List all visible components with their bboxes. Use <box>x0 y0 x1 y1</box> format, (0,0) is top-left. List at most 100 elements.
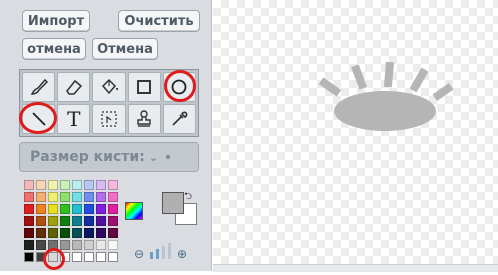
color-swatch[interactable] <box>108 216 118 226</box>
color-swatch[interactable] <box>96 192 106 202</box>
color-swatch[interactable] <box>84 180 94 190</box>
ellipse-tool[interactable] <box>162 70 196 102</box>
color-swatch[interactable] <box>72 192 82 202</box>
brush-size-control[interactable]: Размер кисти: ⌄ <box>19 142 199 172</box>
primary-color-swatch[interactable] <box>162 192 184 214</box>
color-swatch[interactable] <box>60 240 70 250</box>
color-swatch[interactable] <box>60 252 70 262</box>
color-swatch[interactable] <box>108 240 118 250</box>
eye-drawing <box>318 61 454 131</box>
color-swatch[interactable] <box>108 252 118 262</box>
color-swatch[interactable] <box>60 228 70 238</box>
color-swatch[interactable] <box>96 180 106 190</box>
color-swatch[interactable] <box>96 228 106 238</box>
color-spectrum-button[interactable] <box>125 202 143 220</box>
rectangle-icon <box>137 80 152 94</box>
import-button[interactable]: Импорт <box>22 10 90 32</box>
color-swatch[interactable] <box>36 180 46 190</box>
color-swatch[interactable] <box>84 216 94 226</box>
swap-colors-icon[interactable]: ⮌ <box>184 189 192 206</box>
color-swatch[interactable] <box>84 240 94 250</box>
eyedropper-icon <box>172 111 188 126</box>
ellipse-icon <box>171 79 187 95</box>
paint-canvas[interactable] <box>213 0 498 271</box>
brush-size-dot-icon <box>166 155 171 159</box>
zoom-level-bar <box>150 252 153 259</box>
color-swatch[interactable] <box>48 216 58 226</box>
zoom-in-icon[interactable]: ⊕ <box>177 247 187 261</box>
color-swatch[interactable] <box>72 252 82 262</box>
eraser-icon <box>65 79 82 95</box>
color-swatch[interactable] <box>36 204 46 214</box>
paint-tools-panel: Импорт Очистить отмена Отмена T Размер к… <box>0 0 212 271</box>
eyedropper-tool[interactable] <box>162 104 196 134</box>
color-swatch[interactable] <box>108 228 118 238</box>
stamp-tool[interactable] <box>127 104 161 134</box>
color-swatch[interactable] <box>60 216 70 226</box>
select-tool[interactable] <box>92 104 126 134</box>
eyelash <box>409 67 429 93</box>
color-swatch[interactable] <box>36 252 46 262</box>
color-swatch[interactable] <box>36 240 46 250</box>
color-swatch[interactable] <box>24 240 34 250</box>
color-swatch[interactable] <box>84 228 94 238</box>
undo-button[interactable]: отмена <box>22 38 86 60</box>
stamp-icon <box>137 110 151 127</box>
color-swatch[interactable] <box>72 228 82 238</box>
brush-size-label: Размер кисти: <box>30 149 145 165</box>
line-tool[interactable] <box>19 102 57 134</box>
tool-grid: T <box>19 69 199 137</box>
color-swatch[interactable] <box>60 204 70 214</box>
text-icon: T <box>67 107 81 131</box>
color-swatch[interactable] <box>48 240 58 250</box>
fill-tool[interactable] <box>92 72 126 102</box>
color-swatch[interactable] <box>24 228 34 238</box>
text-tool[interactable]: T <box>57 104 91 134</box>
color-swatch[interactable] <box>48 192 58 202</box>
color-swatch[interactable] <box>72 204 82 214</box>
color-swatch[interactable] <box>48 204 58 214</box>
zoom-out-icon[interactable]: ⊖ <box>134 247 144 261</box>
color-swatch[interactable] <box>96 216 106 226</box>
zoom-level-bar <box>162 246 165 259</box>
eraser-tool[interactable] <box>57 72 91 102</box>
color-palette <box>24 180 120 270</box>
redo-button[interactable]: Отмена <box>92 38 158 60</box>
fill-bucket-icon <box>101 78 118 95</box>
color-swatch[interactable] <box>96 240 106 250</box>
color-swatch[interactable] <box>60 180 70 190</box>
select-icon <box>101 111 117 127</box>
color-swatch[interactable] <box>84 252 94 262</box>
brush-tool[interactable] <box>22 72 56 102</box>
color-swatch[interactable] <box>84 192 94 202</box>
brush-icon <box>30 78 48 95</box>
zoom-level-bar <box>156 249 159 259</box>
color-swatch[interactable] <box>96 252 106 262</box>
color-swatch[interactable] <box>36 216 46 226</box>
rectangle-tool[interactable] <box>127 72 161 102</box>
color-swatch[interactable] <box>72 216 82 226</box>
color-swatch[interactable] <box>108 192 118 202</box>
clear-button[interactable]: Очистить <box>118 10 200 32</box>
color-swatch[interactable] <box>48 180 58 190</box>
color-swatch[interactable] <box>24 216 34 226</box>
drawing-svg <box>318 61 454 131</box>
color-swatch[interactable] <box>108 204 118 214</box>
color-swatch[interactable] <box>60 192 70 202</box>
transparent-swatch[interactable] <box>43 248 65 270</box>
color-swatch[interactable] <box>24 204 34 214</box>
color-swatch[interactable] <box>24 252 34 262</box>
color-swatch[interactable] <box>72 240 82 250</box>
color-swatch[interactable] <box>36 192 46 202</box>
eyelash <box>318 77 342 97</box>
color-swatch[interactable] <box>24 192 34 202</box>
eye-ellipse <box>334 91 436 131</box>
color-swatch[interactable] <box>84 204 94 214</box>
color-swatch[interactable] <box>24 180 34 190</box>
color-swatch[interactable] <box>72 180 82 190</box>
color-swatch[interactable] <box>96 204 106 214</box>
eyelash <box>383 61 395 88</box>
color-swatch[interactable] <box>108 180 118 190</box>
color-swatch[interactable] <box>48 228 58 238</box>
color-swatch[interactable] <box>36 228 46 238</box>
